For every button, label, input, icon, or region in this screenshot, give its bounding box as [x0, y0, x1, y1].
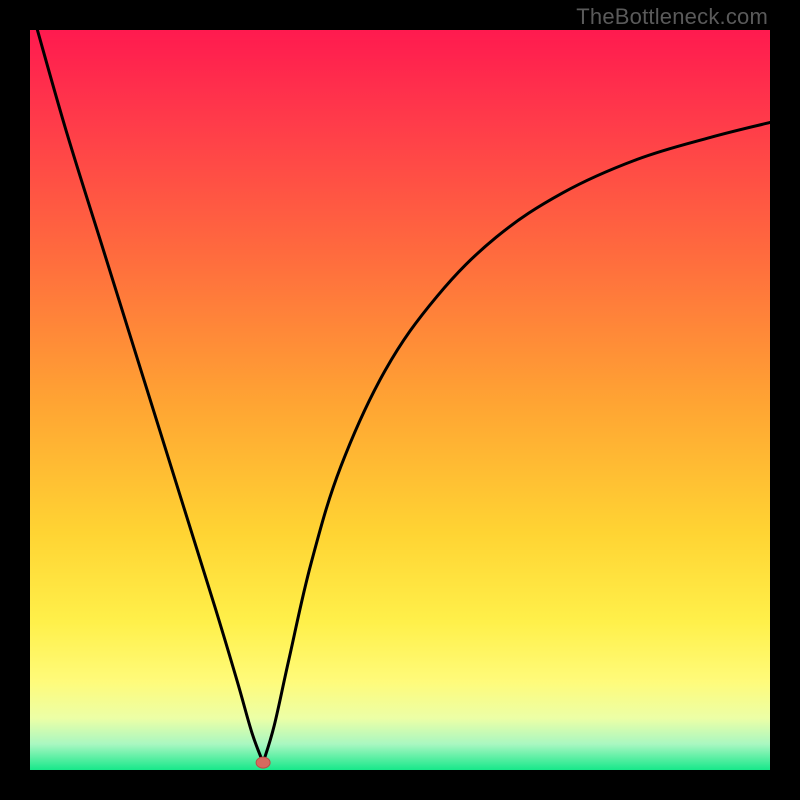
optimal-point-marker: [256, 757, 270, 768]
watermark-label: TheBottleneck.com: [576, 4, 768, 30]
chart-frame: [30, 30, 770, 770]
chart-background: [30, 30, 770, 770]
bottleneck-chart: [30, 30, 770, 770]
